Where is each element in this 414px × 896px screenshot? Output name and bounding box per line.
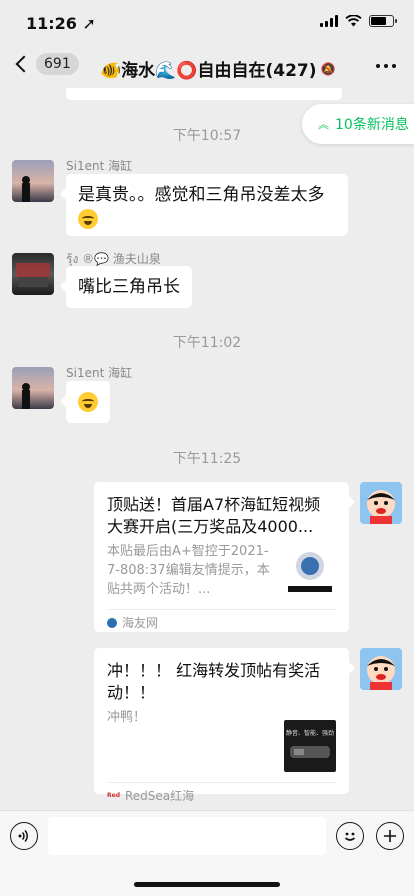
link-card-description: 冲鸭！ <box>107 710 147 725</box>
message-bubble[interactable]: 嘴比三角吊长 <box>60 266 192 308</box>
my-avatar[interactable] <box>360 648 402 690</box>
message-input[interactable] <box>48 817 326 855</box>
more-dot <box>392 64 396 68</box>
signal-icon <box>320 15 338 27</box>
timestamp: 下午11:02 <box>172 335 242 351</box>
battery-fill <box>371 17 387 25</box>
avatar[interactable] <box>12 367 54 409</box>
status-bar: 11:26 ➚ <box>0 0 414 44</box>
sender-name: Si1ent 海缸 <box>66 159 133 173</box>
link-card-source-label: RedSea红海 <box>124 789 195 803</box>
message-bubble[interactable] <box>60 381 110 423</box>
laughing-emoji-icon <box>78 209 98 229</box>
link-card-title: 冲！！！ 红海转发顶帖有奖活动！！ <box>107 661 321 702</box>
home-indicator <box>134 882 280 887</box>
link-card-source-label: 海友网 <box>122 616 159 630</box>
timestamp: 下午10:57 <box>172 128 242 144</box>
more-dot <box>376 64 380 68</box>
battery-icon <box>369 15 397 27</box>
emoji-button[interactable] <box>336 822 364 850</box>
avatar[interactable] <box>12 253 54 295</box>
message-text: 嘴比三角吊长 <box>78 277 180 297</box>
link-card-source: Red RedSea红海 <box>107 782 336 808</box>
laughing-emoji-icon <box>78 392 98 412</box>
nav-bar: 691 🐠海水🌊⭕自由自在(427) 🔕 <box>0 44 414 90</box>
more-dot <box>384 64 388 68</box>
my-avatar[interactable] <box>360 482 402 524</box>
previous-message-bubble <box>66 88 342 100</box>
back-button[interactable]: 691 <box>10 53 79 75</box>
emoji-icon <box>344 832 356 841</box>
link-card-source: 海友网 <box>107 609 336 635</box>
voice-button[interactable] <box>10 822 38 850</box>
link-card[interactable]: 冲！！！ 红海转发顶帖有奖活动！！ 冲鸭！ 静音、智能、强劲 Red RedSe… <box>94 648 355 803</box>
sender-name: Si1ent 海缸 <box>66 366 133 380</box>
timestamp: 下午11:25 <box>172 451 242 467</box>
source-logo-icon <box>107 617 117 628</box>
wifi-icon <box>345 15 362 27</box>
message-text: 是真贵。。感觉和三角吊没差太多 <box>78 185 325 205</box>
link-card-body: 冲鸭！ 静音、智能、强劲 <box>107 708 336 772</box>
link-card[interactable]: 顶贴送！首届A7杯海缸短视频大赛开启(三万奖品及4000... 本贴最后由A+智… <box>94 482 355 635</box>
plus-icon <box>384 830 396 842</box>
status-icons <box>320 15 397 27</box>
link-card-thumbnail <box>284 546 336 598</box>
mute-bell-icon: 🔕 <box>320 61 336 76</box>
message-bubble[interactable]: 是真贵。。感觉和三角吊没差太多 <box>60 174 348 236</box>
voice-icon <box>18 829 28 843</box>
more-button[interactable] <box>376 64 396 68</box>
chat-title-text: 🐠海水🌊⭕自由自在(427) <box>100 61 317 81</box>
link-card-title: 顶贴送！首届A7杯海缸短视频大赛开启(三万奖品及4000... <box>107 495 321 536</box>
unread-count-badge: 691 <box>36 53 79 75</box>
chat-title: 🐠海水🌊⭕自由自在(427) 🔕 <box>100 56 335 81</box>
more-actions-button[interactable] <box>376 822 404 850</box>
link-card-thumbnail: 静音、智能、强劲 <box>284 720 336 772</box>
avatar[interactable] <box>12 160 54 202</box>
link-card-body: 本贴最后由A+智控于2021-7-808:37编辑友情提示，本贴共两个活动！..… <box>107 542 336 599</box>
link-card-description: 本贴最后由A+智控于2021-7-808:37编辑友情提示，本贴共两个活动！..… <box>107 544 270 597</box>
status-time: 11:26 ➚ <box>26 14 96 33</box>
chevron-left-icon <box>15 55 33 73</box>
source-logo-icon: Red <box>107 792 120 799</box>
